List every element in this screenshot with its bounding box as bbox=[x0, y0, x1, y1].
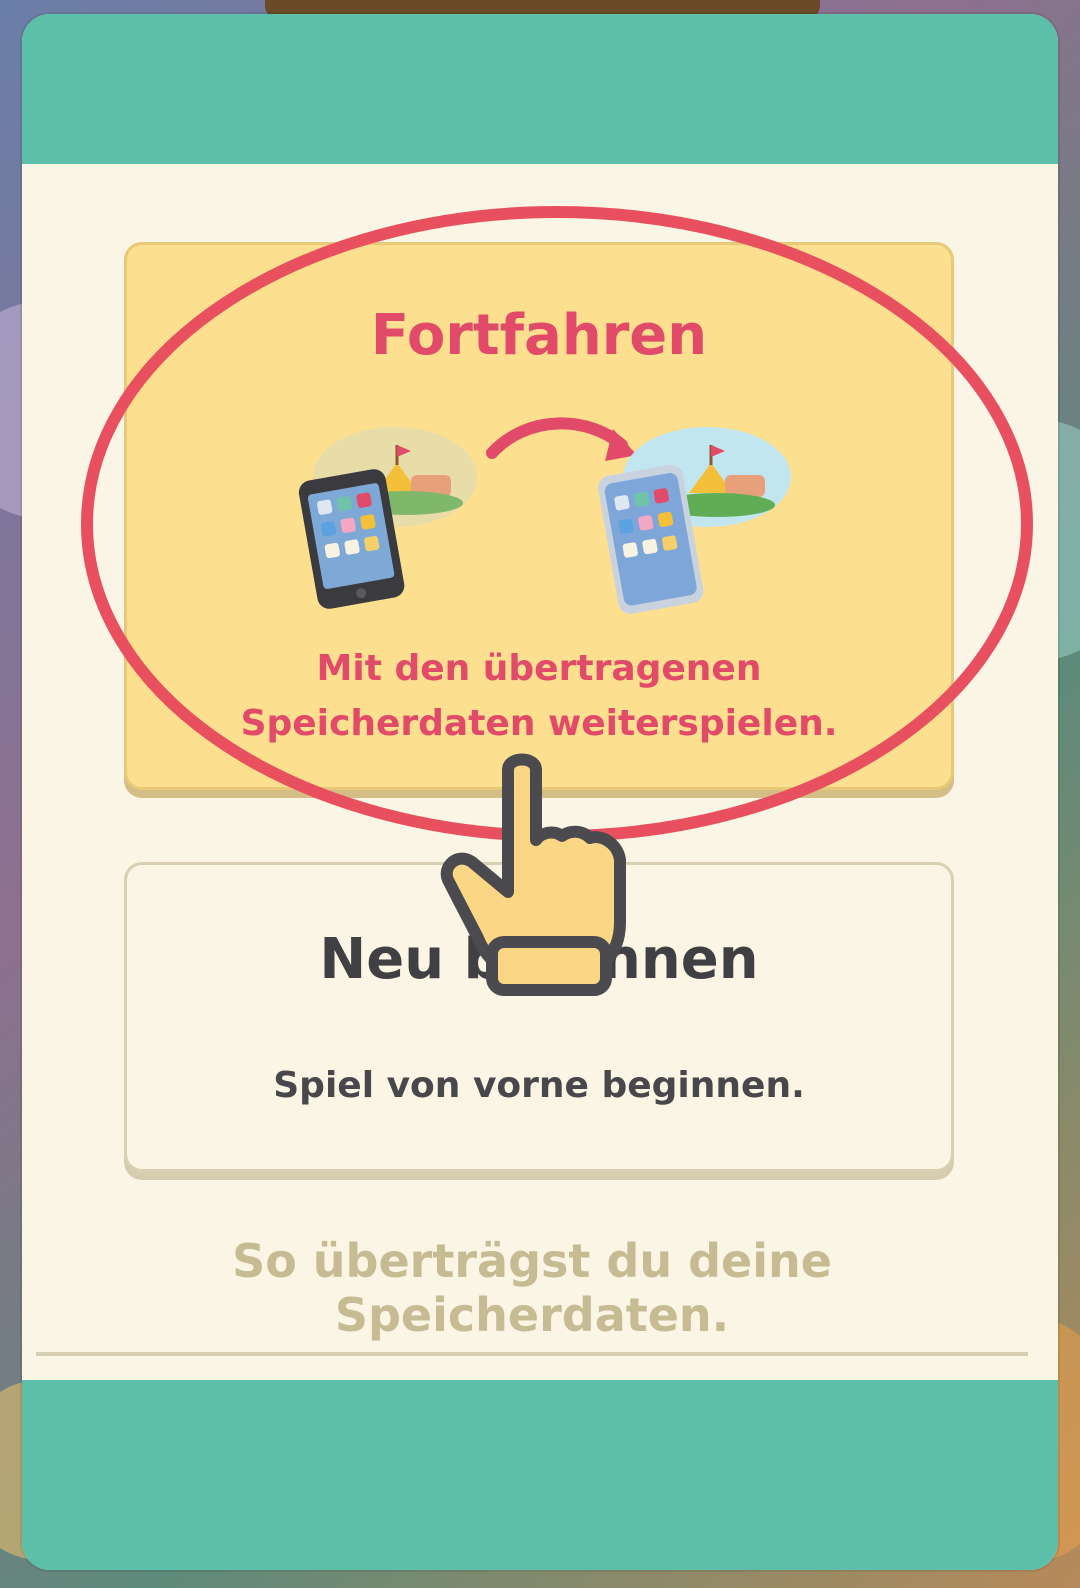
continue-button[interactable]: Fortfahren Mit den übertragenen Speicher… bbox=[124, 242, 954, 790]
new-game-description: Spiel von vorne beginnen. bbox=[273, 1065, 805, 1106]
save-data-dialog: Fortfahren Mit den übertragenen Speicher… bbox=[22, 14, 1058, 1570]
save-transfer-help-link[interactable]: So überträgst du deine Speicherdaten. bbox=[36, 1234, 1028, 1356]
transfer-illustration bbox=[298, 417, 791, 614]
continue-description-line2: Speicherdaten weiterspielen. bbox=[240, 703, 838, 744]
new-game-button[interactable]: Neu beginnen Spiel von vorne beginnen. bbox=[124, 862, 954, 1172]
new-game-title: Neu beginnen bbox=[319, 927, 759, 992]
continue-title: Fortfahren bbox=[370, 303, 708, 368]
dialog-header bbox=[22, 14, 1058, 164]
continue-description-line1: Mit den übertragenen bbox=[316, 648, 762, 689]
continue-description: Mit den übertragenen Speicherdaten weite… bbox=[127, 641, 951, 751]
dialog-footer bbox=[22, 1380, 1058, 1570]
transfer-arrow-icon bbox=[486, 417, 637, 461]
